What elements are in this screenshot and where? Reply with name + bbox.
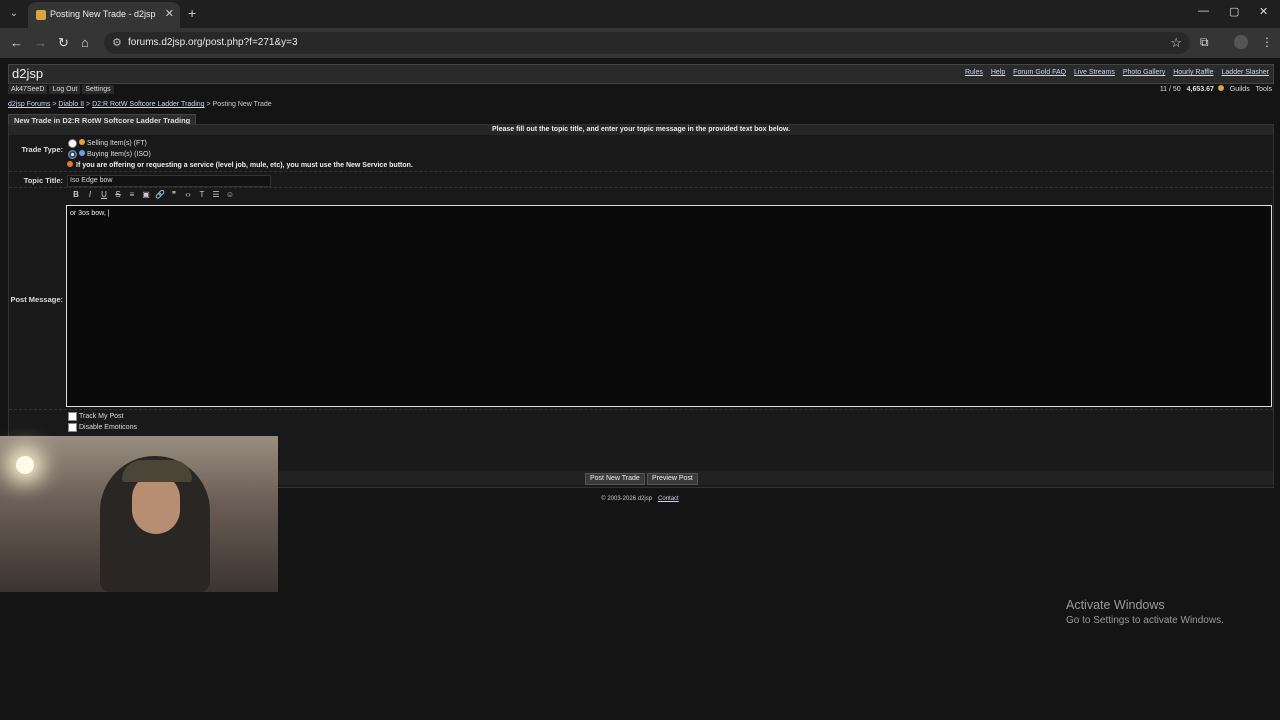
activate-windows-subtitle: Go to Settings to activate Windows. <box>1066 615 1224 626</box>
disable-emoticons-checkbox[interactable] <box>68 423 77 432</box>
close-window-button[interactable]: ✕ <box>1259 5 1268 18</box>
topic-title-input[interactable]: Iso Edge bow <box>67 175 271 187</box>
gold-coin-icon <box>1217 85 1224 91</box>
list-icon[interactable]: ☰ <box>209 190 223 199</box>
logout-link[interactable]: Log Out <box>49 85 81 94</box>
forward-icon[interactable]: → <box>34 35 47 50</box>
reload-icon[interactable]: ↻ <box>58 35 69 51</box>
topic-title-label: Topic Title: <box>23 176 63 185</box>
home-icon[interactable]: ⌂ <box>81 35 89 50</box>
profile-avatar[interactable] <box>1234 35 1248 49</box>
message-counter[interactable]: 11 / 50 <box>1160 86 1181 93</box>
back-icon[interactable]: ← <box>10 35 23 50</box>
tab-title: Posting New Trade - d2jsp <box>50 9 156 19</box>
rules-link[interactable]: Rules <box>965 69 983 76</box>
forum-gold-amount: 4,653.67 <box>1186 86 1214 93</box>
site-header: d2jsp Rules Help Forum Gold FAQ Live Str… <box>8 64 1274 84</box>
service-notice: If you are offering or requesting a serv… <box>67 161 413 169</box>
tools-link[interactable]: Tools <box>1256 86 1272 93</box>
new-tab-button[interactable]: + <box>188 5 196 21</box>
guilds-link[interactable]: Guilds <box>1230 86 1250 93</box>
url-text: forums.d2jsp.org/post.php?f=271&y=3 <box>128 37 298 48</box>
form-header: Please fill out the topic title, and ent… <box>9 125 1273 135</box>
forum-gold-faq-link[interactable]: Forum Gold FAQ <box>1013 69 1066 76</box>
breadcrumb-ladder-trading[interactable]: D2:R RotW Softcore Ladder Trading <box>92 101 204 108</box>
track-post-checkbox[interactable] <box>68 412 77 421</box>
breadcrumb-current: Posting New Trade <box>212 101 272 108</box>
streamer-cap <box>122 460 192 482</box>
extensions-icon[interactable]: ⧉ <box>1200 35 1209 50</box>
tab-close-icon[interactable]: ✕ <box>165 7 174 20</box>
selling-option[interactable]: Selling Item(s) (FT) <box>79 139 147 147</box>
selling-radio[interactable] <box>68 139 77 148</box>
hourly-raffle-link[interactable]: Hourly Raffle <box>1173 69 1213 76</box>
tab-search-icon[interactable]: ⌄ <box>6 6 22 22</box>
browser-toolbar: ← → ↻ ⌂ ⚙ forums.d2jsp.org/post.php?f=27… <box>0 28 1280 58</box>
address-bar[interactable]: ⚙ forums.d2jsp.org/post.php?f=271&y=3 ☆ <box>104 32 1190 54</box>
username-link[interactable]: Ak47SeeD <box>8 85 48 94</box>
minimize-button[interactable]: — <box>1198 5 1209 17</box>
breadcrumb: d2jsp Forums > Diablo II > D2:R RotW Sof… <box>8 101 272 108</box>
image-icon[interactable]: ▣ <box>139 190 153 199</box>
restore-button[interactable]: ▢ <box>1229 5 1239 18</box>
webcam-overlay <box>0 436 278 592</box>
bookmark-star-icon[interactable]: ☆ <box>1170 35 1182 51</box>
trade-type-label: Trade Type: <box>21 145 63 154</box>
breadcrumb-diablo2[interactable]: Diablo II <box>58 101 84 108</box>
browser-menu-icon[interactable]: ⋮ <box>1261 35 1273 49</box>
message-text: or 3os bow, | <box>70 210 110 217</box>
font-size-icon[interactable]: T <box>195 190 209 199</box>
preview-post-button[interactable]: Preview Post <box>647 473 698 485</box>
quote-icon[interactable]: ❞ <box>167 190 181 199</box>
bold-icon[interactable]: B <box>69 190 83 199</box>
align-icon[interactable]: ≡ <box>125 190 139 199</box>
contact-link[interactable]: Contact <box>658 496 679 502</box>
underline-icon[interactable]: U <box>97 190 111 199</box>
emoji-icon[interactable]: ☺ <box>223 190 237 199</box>
site-info-icon[interactable]: ⚙ <box>112 36 122 49</box>
disable-emoticons-label: Disable Emoticons <box>79 424 137 431</box>
warning-icon <box>67 161 73 167</box>
browser-tab-bar: ⌄ Posting New Trade - d2jsp ✕ + — ▢ ✕ <box>0 0 1280 28</box>
link-icon[interactable]: 🔗 <box>153 190 167 199</box>
message-editor[interactable]: or 3os bow, | <box>66 205 1272 407</box>
selling-icon <box>79 139 85 145</box>
top-links: Rules Help Forum Gold FAQ Live Streams P… <box>959 69 1269 76</box>
d2jsp-favicon-icon <box>36 10 46 20</box>
new-trade-form: Please fill out the topic title, and ent… <box>8 124 1274 488</box>
track-post-label: Track My Post <box>79 413 124 420</box>
help-link[interactable]: Help <box>991 69 1005 76</box>
lamp-light <box>16 456 34 474</box>
streamer-face <box>132 474 180 534</box>
live-streams-link[interactable]: Live Streams <box>1074 69 1115 76</box>
buying-option[interactable]: Buying Item(s) (ISO) <box>79 150 151 158</box>
divider <box>9 409 1273 411</box>
post-message-label: Post Message: <box>10 295 63 304</box>
browser-tab[interactable]: Posting New Trade - d2jsp ✕ <box>28 2 180 28</box>
breadcrumb-forums[interactable]: d2jsp Forums <box>8 101 50 108</box>
divider <box>9 187 1273 189</box>
copyright: © 2003-2026 d2jsp <box>601 496 653 502</box>
strikethrough-icon[interactable]: S <box>111 190 125 199</box>
buying-radio[interactable] <box>68 150 77 159</box>
ladder-slasher-link[interactable]: Ladder Slasher <box>1222 69 1269 76</box>
photo-gallery-link[interactable]: Photo Gallery <box>1123 69 1165 76</box>
activate-windows-title: Activate Windows <box>1066 598 1165 612</box>
italic-icon[interactable]: I <box>83 190 97 199</box>
activate-windows-watermark: Activate Windows Go to Settings to activ… <box>1066 598 1224 626</box>
settings-link[interactable]: Settings <box>82 85 114 94</box>
code-icon[interactable]: ‹› <box>181 190 195 199</box>
user-bar: Ak47SeeD Log Out Settings 11 / 50 4,653.67… <box>8 85 1272 97</box>
site-logo[interactable]: d2jsp <box>12 66 43 81</box>
buying-icon <box>79 150 85 156</box>
post-new-trade-button[interactable]: Post New Trade <box>585 473 645 485</box>
divider <box>9 171 1273 173</box>
editor-toolbar: B I U S ≡ ▣ 🔗 ❞ ‹› T ☰ ☺ <box>69 190 237 202</box>
